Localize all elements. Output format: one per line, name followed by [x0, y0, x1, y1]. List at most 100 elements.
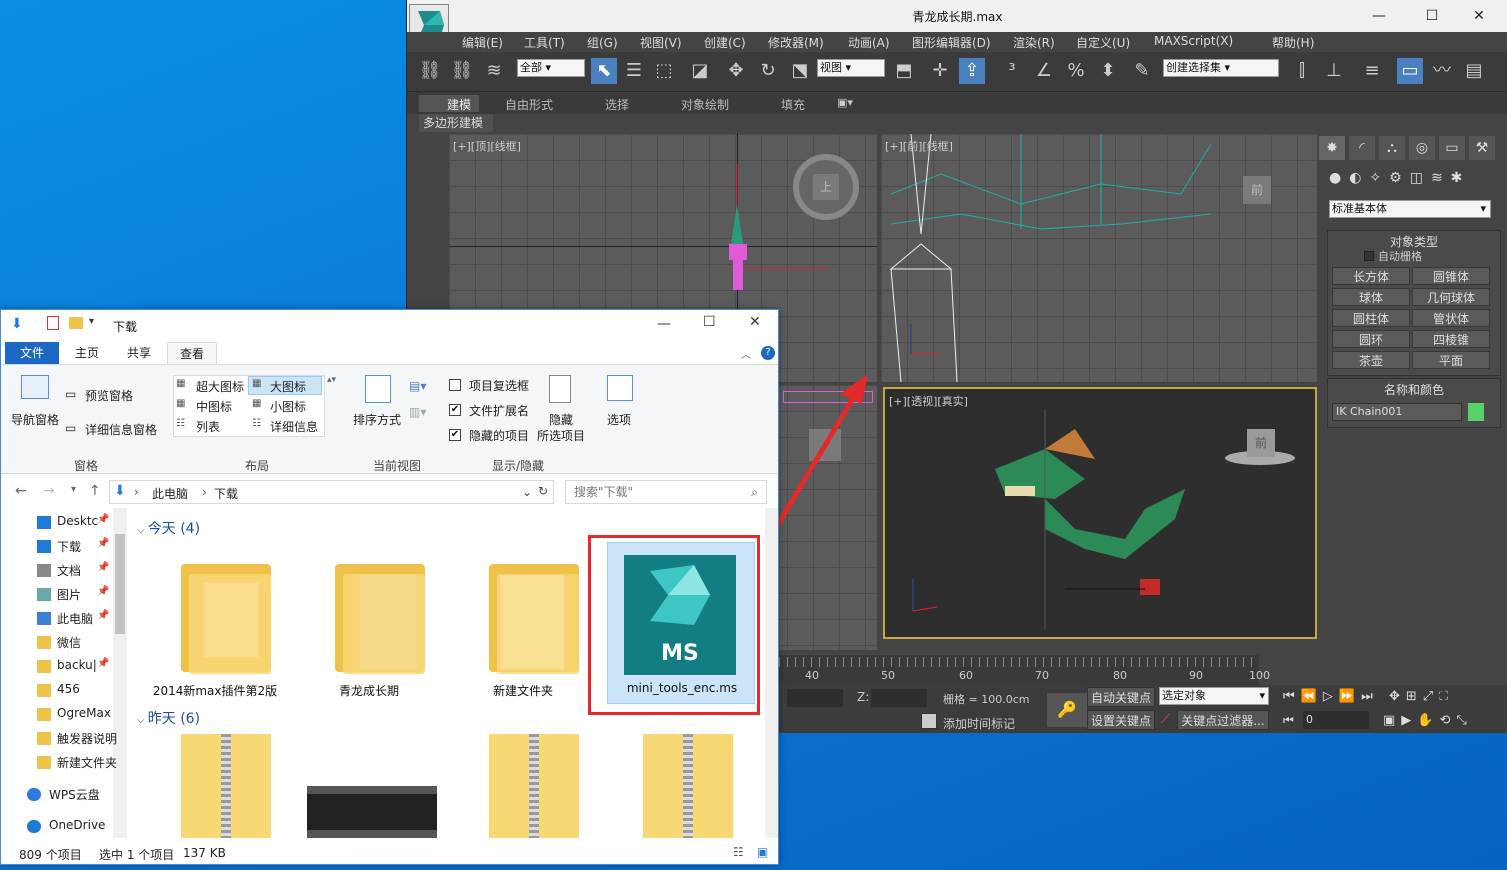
tab-view[interactable]: 查看: [167, 342, 217, 364]
layout-small-icons[interactable]: 小图标: [270, 398, 306, 415]
pin-icon[interactable]: 📌: [97, 586, 109, 597]
perspective-viewport[interactable]: [+][透视][真实] 前: [883, 387, 1317, 639]
video-file-icon[interactable]: [307, 786, 437, 838]
layout-medium-icons[interactable]: 中图标: [196, 398, 232, 415]
menu-item[interactable]: 渲染(R): [1013, 34, 1055, 51]
front-viewport-label[interactable]: [+][前][线框]: [885, 138, 953, 154]
ribbon-tab[interactable]: 对象绘制: [681, 96, 729, 113]
persp-viewcube-face[interactable]: 前: [1247, 429, 1275, 457]
content-scrollbar[interactable]: [765, 508, 778, 838]
up-icon[interactable]: ↑: [89, 483, 101, 499]
set-key-button[interactable]: 设置关键点: [1087, 710, 1155, 730]
address-bar[interactable]: ⬇ › 此电脑 › 下载 ⌄ ↻: [109, 480, 554, 504]
bind-spacewarp-icon[interactable]: ≋: [481, 58, 507, 84]
options-button[interactable]: 选项: [607, 411, 631, 428]
new-folder-icon[interactable]: [69, 317, 83, 329]
curve-editor-icon[interactable]: 〰: [1429, 58, 1455, 84]
zip-folder-icon[interactable]: [489, 734, 579, 838]
menu-item[interactable]: MAXScript(X): [1154, 34, 1233, 48]
nav-item[interactable]: WPS云盘: [49, 786, 100, 803]
file-ext-label[interactable]: 文件扩展名: [469, 402, 529, 419]
select-object-icon[interactable]: ⬉: [591, 58, 617, 84]
pin-icon[interactable]: 📌: [97, 538, 109, 549]
rotate-icon[interactable]: ↻: [755, 58, 781, 84]
top-viewport-label[interactable]: [+][顶][线框]: [453, 138, 521, 154]
menu-item[interactable]: 图形编辑器(D): [912, 34, 991, 51]
details-pane-button[interactable]: 详细信息窗格: [85, 421, 157, 438]
pivot-icon[interactable]: ⬒: [891, 58, 917, 84]
hierarchy-tab-icon[interactable]: ⛬: [1379, 136, 1405, 160]
menu-item[interactable]: 创建(C): [704, 34, 746, 51]
nav-item[interactable]: 下载: [57, 538, 81, 555]
select-by-name-icon[interactable]: ☰: [621, 58, 647, 84]
time-config-icon[interactable]: ⏮: [1283, 713, 1294, 728]
primitive-button[interactable]: 圆柱体: [1332, 309, 1410, 327]
layout-xl-icons[interactable]: 超大图标: [196, 378, 244, 395]
menu-item[interactable]: 视图(V): [640, 34, 682, 51]
ribbon-options-icon[interactable]: ▣▾: [837, 96, 853, 109]
edit-named-sel-icon[interactable]: ✎: [1129, 58, 1155, 84]
file-item-new-folder[interactable]: 新建文件夹: [453, 544, 593, 704]
layout-details[interactable]: 详细信息: [270, 418, 318, 435]
name-color-title[interactable]: 名称和颜色: [1328, 381, 1500, 398]
primitive-button[interactable]: 圆环: [1332, 330, 1410, 348]
nav-item[interactable]: 图片: [57, 586, 81, 603]
timeline-track[interactable]: 40 50 60 70 80 90 100: [779, 655, 1270, 685]
recent-icon[interactable]: ▾: [71, 484, 76, 495]
refresh-icon[interactable]: ↻: [538, 484, 548, 498]
customize-qat-icon[interactable]: ▾: [89, 316, 94, 327]
add-columns-icon[interactable]: ▥▾: [409, 405, 426, 419]
layout-scroll-icon[interactable]: ▴▾: [327, 375, 336, 385]
primitive-button[interactable]: 几何球体: [1412, 288, 1490, 306]
forward-icon[interactable]: →: [43, 483, 55, 499]
schematic-view-icon[interactable]: ▤: [1461, 58, 1487, 84]
modify-tab-icon[interactable]: ◜: [1349, 136, 1375, 160]
layout-list[interactable]: 列表: [196, 418, 220, 435]
large-icons-view-icon[interactable]: ▣: [757, 845, 768, 859]
menu-item[interactable]: 自定义(U): [1076, 34, 1130, 51]
minimize-icon[interactable]: —: [1369, 6, 1389, 26]
nav-item[interactable]: Desktc: [57, 514, 98, 528]
mirror-icon[interactable]: ⫿: [1289, 58, 1315, 84]
file-item-folder-dragon[interactable]: 青龙成长期: [299, 544, 439, 704]
file-ext-checkbox[interactable]: ✔: [449, 404, 461, 416]
pin-icon[interactable]: 📌: [97, 658, 109, 669]
hide-selected-button-line2[interactable]: 所选项目: [537, 427, 585, 444]
nav-item[interactable]: 新建文件夹: [57, 754, 117, 771]
help-icon[interactable]: ?: [761, 346, 775, 360]
top-viewcube-face[interactable]: 上: [813, 174, 839, 200]
nav-pane-icon[interactable]: [21, 375, 49, 399]
group-by-icon[interactable]: ▤▾: [409, 379, 426, 393]
nav-item[interactable]: OgreMax: [57, 706, 111, 720]
crumb-downloads[interactable]: 下载: [214, 485, 238, 502]
menu-item[interactable]: 组(G): [587, 34, 618, 51]
primitive-button[interactable]: 管状体: [1412, 309, 1490, 327]
ribbon-tab[interactable]: 填充: [781, 96, 805, 113]
viewport-nav-controls-2[interactable]: ▣▶✋⟲⤡: [1383, 713, 1473, 728]
rect-selection-icon[interactable]: ⬚: [651, 58, 677, 84]
search-input[interactable]: 搜索"下载" ⌕: [565, 480, 767, 504]
autogrid-checkbox[interactable]: [1364, 251, 1374, 261]
hidden-items-label[interactable]: 隐藏的项目: [469, 427, 529, 444]
properties-icon[interactable]: [47, 316, 59, 330]
coord-y-field[interactable]: [787, 689, 843, 707]
primitive-button[interactable]: 平面: [1412, 351, 1490, 369]
ribbon-tab[interactable]: 选择: [605, 96, 629, 113]
scale-icon[interactable]: ⬔: [787, 58, 813, 84]
ribbon-tab[interactable]: 自由形式: [505, 96, 553, 113]
create-subtype-icons[interactable]: ●◐✧⚙◫≋✱: [1329, 170, 1470, 186]
playback-controls[interactable]: ⏮⏪▷⏩⏭: [1283, 689, 1379, 704]
tab-share[interactable]: 共享: [113, 342, 165, 364]
layout-large-icons[interactable]: 大图标: [270, 378, 306, 395]
nav-item[interactable]: 此电脑: [57, 610, 93, 627]
persp-viewcube[interactable]: 前: [1225, 425, 1295, 465]
move-icon[interactable]: ✥: [723, 58, 749, 84]
nav-item[interactable]: OneDrive: [49, 818, 105, 832]
maximize-icon[interactable]: ☐: [1422, 6, 1442, 26]
motion-tab-icon[interactable]: ◎: [1409, 136, 1435, 160]
file-item-folder-plugin[interactable]: 2014新max插件第2版: [145, 544, 285, 704]
align-icon[interactable]: ⊥: [1321, 58, 1347, 84]
pin-icon[interactable]: 📌: [97, 514, 109, 525]
create-tab-icon[interactable]: ✸: [1319, 136, 1345, 160]
link-icon[interactable]: ⛓: [417, 58, 443, 84]
